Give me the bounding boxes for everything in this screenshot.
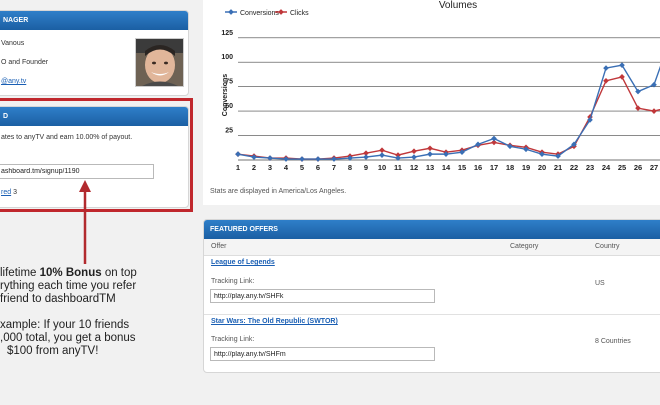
x-tick-label: 23 (586, 163, 594, 172)
col-category: Category (510, 243, 539, 250)
tracking-label: Tracking Link: (211, 278, 255, 285)
callout-line1: lifetime 10% Bonus on top (0, 267, 137, 279)
callout-line3: friend to dashboardTM (0, 293, 116, 305)
timezone-note: Stats are displayed in America/Los Angel… (210, 188, 347, 195)
callout-line5: ,000 total, you get a bonus (0, 332, 136, 344)
x-tick-label: 18 (506, 163, 514, 172)
y-tick-label: 100 (221, 54, 233, 61)
offers-table-header: Offer Category Country (204, 239, 660, 256)
offer-country: 8 Countries (595, 338, 631, 345)
data-point (603, 77, 609, 84)
data-point (331, 156, 337, 162)
tracking-link-field[interactable] (210, 347, 435, 361)
referred-count: red 3 (1, 189, 17, 196)
x-tick-label: 24 (602, 163, 611, 172)
x-tick-label: 11 (394, 163, 402, 172)
data-point (427, 151, 433, 157)
legend-marker (278, 9, 284, 15)
referred-link[interactable]: red (1, 189, 11, 196)
featured-offers-header: FEATURED OFFERS (204, 220, 660, 239)
x-tick-label: 27 (650, 163, 658, 172)
x-tick-label: 7 (332, 163, 336, 172)
x-tick-label: 3 (268, 163, 272, 172)
legend-marker (228, 9, 234, 15)
col-offer: Offer (211, 243, 227, 250)
x-tick-label: 9 (364, 163, 368, 172)
bonus-callout: lifetime 10% Bonus on top rything each t… (0, 267, 200, 358)
referral-link-field[interactable] (0, 164, 154, 179)
x-tick-label: 4 (284, 163, 289, 172)
callout-line4: xample: If your 10 friends (0, 319, 130, 331)
offer-name-link[interactable]: Star Wars: The Old Republic (SWTOR) (211, 318, 338, 325)
data-point (635, 105, 641, 112)
tracking-link-field[interactable] (210, 289, 435, 303)
offer-row: Star Wars: The Old Republic (SWTOR) Trac… (204, 315, 660, 370)
offer-country: US (595, 280, 605, 287)
data-point (379, 152, 385, 158)
data-point (379, 147, 385, 154)
callout-line6: $100 from anyTV! (7, 345, 99, 357)
data-point (427, 145, 433, 152)
callout-line2: rything each time you refer (0, 280, 137, 292)
x-tick-label: 22 (570, 163, 578, 172)
referral-panel-header: D (0, 107, 188, 126)
legend-label: Conversions (240, 10, 279, 17)
x-tick-label: 13 (426, 163, 434, 172)
data-point (411, 154, 417, 160)
data-point (491, 135, 497, 142)
data-point (651, 108, 657, 114)
x-tick-label: 26 (634, 163, 642, 172)
manager-panel-header: NAGER (0, 11, 188, 30)
account-manager-panel: NAGER Vanous O and Founder @any.tv (0, 10, 189, 96)
offer-row: League of Legends Tracking Link: US (204, 256, 660, 314)
manager-email-link[interactable]: @any.tv (1, 78, 26, 85)
y-tick-label: 125 (221, 30, 233, 37)
manager-name: Vanous (1, 40, 25, 47)
x-tick-label: 17 (490, 163, 498, 172)
volumes-chart: VolumesConversions Clicks255075100125Conv… (221, 0, 660, 172)
x-tick-label: 5 (300, 163, 304, 172)
referred-number: 3 (13, 189, 17, 196)
x-tick-label: 21 (554, 163, 562, 172)
data-point (283, 156, 289, 162)
data-point (603, 65, 609, 71)
x-tick-label: 8 (348, 163, 352, 172)
y-axis-label: Conversions (222, 74, 229, 117)
data-point (411, 148, 417, 155)
data-point (619, 74, 625, 80)
data-point (251, 154, 257, 160)
col-country: Country (595, 243, 620, 250)
x-tick-label: 20 (538, 163, 546, 172)
chart-title: Volumes (439, 0, 477, 11)
series-line-conversions (237, 64, 660, 160)
data-point (235, 151, 241, 157)
data-point (299, 156, 305, 162)
x-tick-label: 19 (522, 163, 530, 172)
x-tick-label: 1 (236, 163, 240, 172)
legend-label: Clicks (290, 10, 309, 17)
x-tick-label: 12 (410, 163, 418, 172)
x-tick-label: 25 (618, 163, 626, 172)
featured-offers-panel: FEATURED OFFERS Offer Category Country L… (203, 219, 660, 373)
x-tick-label: 15 (458, 163, 466, 172)
series-line-clicks (237, 76, 660, 160)
tracking-label: Tracking Link: (211, 336, 255, 343)
referral-description: ates to anyTV and earn 10.00% of payout. (1, 134, 133, 141)
callout-arrow (79, 180, 91, 264)
y-tick-label: 25 (225, 128, 233, 135)
data-point (315, 156, 321, 162)
volumes-chart-area: Volumes Conversions Clicks 25 50 75 100 125 Conv… (203, 0, 660, 205)
x-tick-label: 6 (316, 163, 320, 172)
manager-avatar (135, 38, 184, 87)
referral-panel: D ates to anyTV and earn 10.00% of payou… (0, 106, 189, 208)
manager-role: O and Founder (1, 59, 49, 66)
x-tick-label: 16 (474, 163, 482, 172)
offer-name-link[interactable]: League of Legends (211, 259, 275, 266)
x-tick-label: 10 (378, 163, 386, 172)
data-point (363, 154, 369, 160)
x-tick-label: 2 (252, 163, 256, 172)
x-tick-label: 14 (442, 163, 451, 172)
